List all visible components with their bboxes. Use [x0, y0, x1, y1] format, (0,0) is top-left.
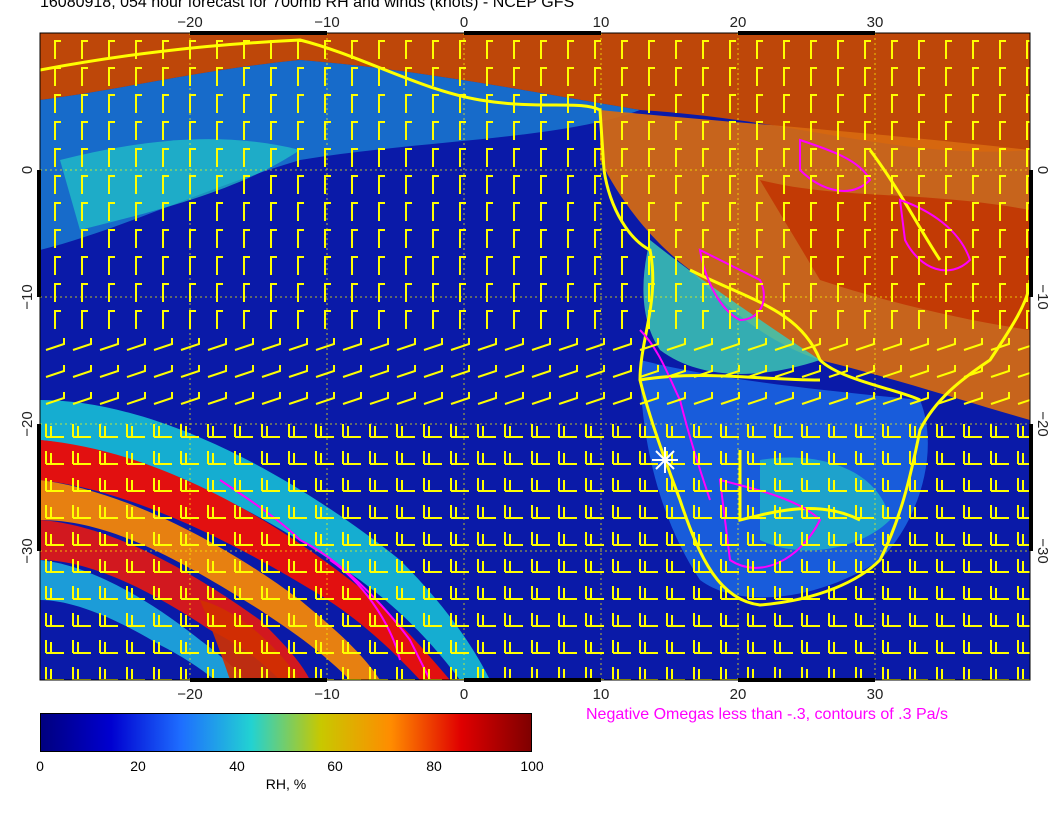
lon-tick-label: 30	[867, 686, 884, 703]
lon-tick-label: −10	[314, 686, 339, 703]
lat-tick-label: −20	[1034, 411, 1051, 436]
lon-tick-label: 20	[730, 686, 747, 703]
lat-tick-label: −30	[19, 538, 36, 563]
lat-tick-label: −10	[1034, 284, 1051, 309]
colorbar-tick: 0	[36, 758, 44, 774]
lon-tick-label: −20	[177, 14, 202, 31]
lon-tick-label: 20	[730, 14, 747, 31]
colorbar-tick: 100	[520, 758, 544, 774]
lon-tick-label: −20	[177, 686, 202, 703]
rh-field	[40, 33, 1030, 680]
colorbar-tick: 60	[327, 758, 343, 774]
lon-tick-label: −10	[314, 14, 339, 31]
map-figure: −20 −10 0 10 20 30 −20 −10 0 10 20 30 0 …	[19, 14, 1051, 703]
colorbar-label: RH, %	[265, 776, 307, 792]
lat-tick-label: 0	[1034, 166, 1051, 174]
lon-ticks-top: −20 −10 0 10 20 30	[177, 14, 883, 31]
lon-ticks-bottom: −20 −10 0 10 20 30	[177, 686, 883, 703]
colorbar-tick: 20	[130, 758, 146, 774]
colorbar-tick: 80	[426, 758, 442, 774]
lat-tick-label: −30	[1034, 538, 1051, 563]
lat-ticks-left: 0 −10 −20 −30	[19, 166, 36, 564]
omega-contour-note: Negative Omegas less than -.3, contours …	[586, 706, 948, 723]
lat-tick-label: −20	[19, 411, 36, 436]
lat-ticks-right: 0 −10 −20 −30	[1034, 166, 1051, 564]
lon-tick-label: 10	[593, 686, 610, 703]
lon-tick-label: 0	[460, 14, 468, 31]
colorbar-tick: 40	[229, 758, 245, 774]
lat-tick-label: −10	[19, 284, 36, 309]
lon-tick-label: 10	[593, 14, 610, 31]
lon-tick-label: 30	[867, 14, 884, 31]
rh-colorbar	[40, 713, 532, 752]
lon-tick-label: 0	[460, 686, 468, 703]
lat-tick-label: 0	[19, 166, 36, 174]
